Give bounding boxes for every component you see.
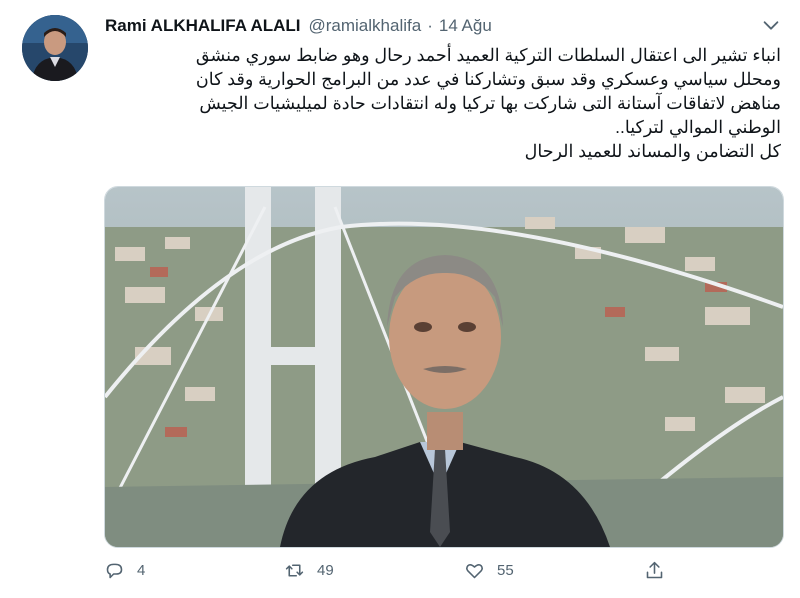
retweet-button[interactable]: 49 [284,560,334,581]
retweet-count: 49 [317,562,334,579]
tweet-line: مناهض لاتفاقات آستانة التى شاركت بها ترك… [199,93,781,113]
reply-button[interactable]: 4 [104,560,145,581]
reply-count: 4 [137,562,146,579]
heart-icon [466,564,483,579]
share-button[interactable] [644,560,677,581]
reply-icon [106,563,123,579]
media-image [105,187,783,547]
tweet-date[interactable]: 14 Ağu [439,16,492,36]
tweet-line: انباء تشير الى اعتقال السلطات التركية ال… [195,45,781,65]
tweet-actions: 4 49 55 [104,560,684,590]
like-button[interactable]: 55 [464,560,514,581]
tweet-line: ومحلل سياسي وعسكري وقد سبق وتشاركنا في ع… [195,69,781,89]
share-icon [646,561,663,579]
retweet-icon [285,564,304,577]
avatar-image [22,15,88,81]
tweet-media[interactable] [104,186,784,548]
tweet-text: انباء تشير الى اعتقال السلطات التركية ال… [105,43,781,163]
separator-dot: · [427,16,433,35]
tweet-line: الوطني الموالي لتركيا.. [615,117,781,137]
like-count: 55 [497,562,514,579]
tweet-header: Rami ALKHALIFA ALALI @ramialkhalifa · 14… [105,13,780,39]
tweet-line: كل التضامن والمساند للعميد الرحال [524,141,781,161]
author-name[interactable]: Rami ALKHALIFA ALALI [105,16,301,36]
author-handle[interactable]: @ramialkhalifa [309,16,422,36]
author-avatar[interactable] [22,15,88,81]
chevron-down-icon[interactable] [760,14,782,36]
